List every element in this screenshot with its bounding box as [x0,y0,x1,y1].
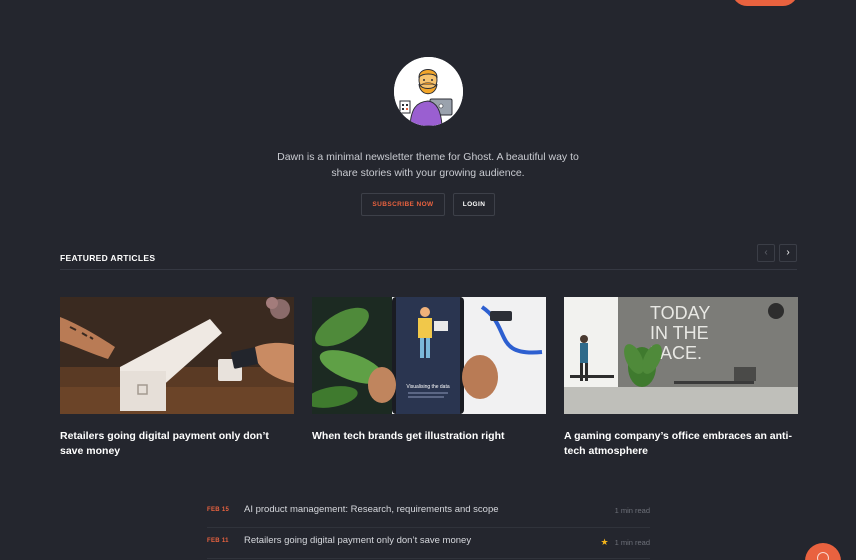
post-meta: ★ 1 min read [600,537,650,548]
card-title[interactable]: A gaming company’s office embraces an an… [564,429,798,458]
post-title[interactable]: Retailers going digital payment only don… [244,535,471,546]
page: Dawn is a minimal newsletter theme for G… [0,0,856,560]
card-title[interactable]: When tech brands get illustration right [312,429,546,444]
publication-avatar [394,57,463,126]
card-image[interactable]: TODAY IN THE FACE. [564,297,798,414]
read-time: 1 min read [614,538,650,547]
login-button[interactable]: LOGIN [453,193,495,216]
post-date: FEB 11 [207,538,229,544]
post-meta: 1 min read [615,506,650,515]
tagline-line: Dawn is a minimal newsletter theme for G… [277,151,579,163]
list-item[interactable]: FEB 15 AI product management: Research, … [207,497,650,528]
post-title[interactable]: AI product management: Research, require… [244,504,499,515]
card-title[interactable]: Retailers going digital payment only don… [60,429,294,458]
featured-card[interactable]: TODAY IN THE FACE. A gaming company’s of… [564,297,798,458]
featured-card[interactable]: Retailers going digital payment only don… [60,297,294,458]
chevron-left-icon: ‹ [764,247,768,258]
post-date: FEB 15 [207,507,230,513]
tagline-line: share stories with your growing audience… [331,167,525,179]
featured-title: FEATURED ARTICLES [60,253,156,263]
header-cta-button[interactable] [732,0,798,6]
card-image[interactable] [60,297,294,414]
phone-caption: Visualising the data [406,384,449,390]
list-item[interactable]: FEB 11 Retailers going digital payment o… [207,528,650,559]
portal-trigger-button[interactable] [805,543,841,560]
wall-text-line: IN THE [650,323,709,343]
publication-description: Dawn is a minimal newsletter theme for G… [228,149,628,181]
featured-header: FEATURED ARTICLES ‹ › [60,244,797,270]
chevron-right-icon: › [786,247,790,258]
latest-posts-list: FEB 15 AI product management: Research, … [207,497,650,559]
carousel-prev-button[interactable]: ‹ [757,244,775,262]
featured-card[interactable]: Visualising the data When tech brands ge… [312,297,546,444]
wall-text-line: TODAY [650,303,710,323]
read-time: 1 min read [614,506,650,515]
card-image[interactable]: Visualising the data [312,297,546,414]
star-icon: ★ [600,537,609,547]
subscribe-button[interactable]: SUBSCRIBE NOW [361,193,445,216]
carousel-next-button[interactable]: › [779,244,797,262]
hero-actions: SUBSCRIBE NOW LOGIN [0,193,856,216]
fingerprint-icon [817,552,829,560]
